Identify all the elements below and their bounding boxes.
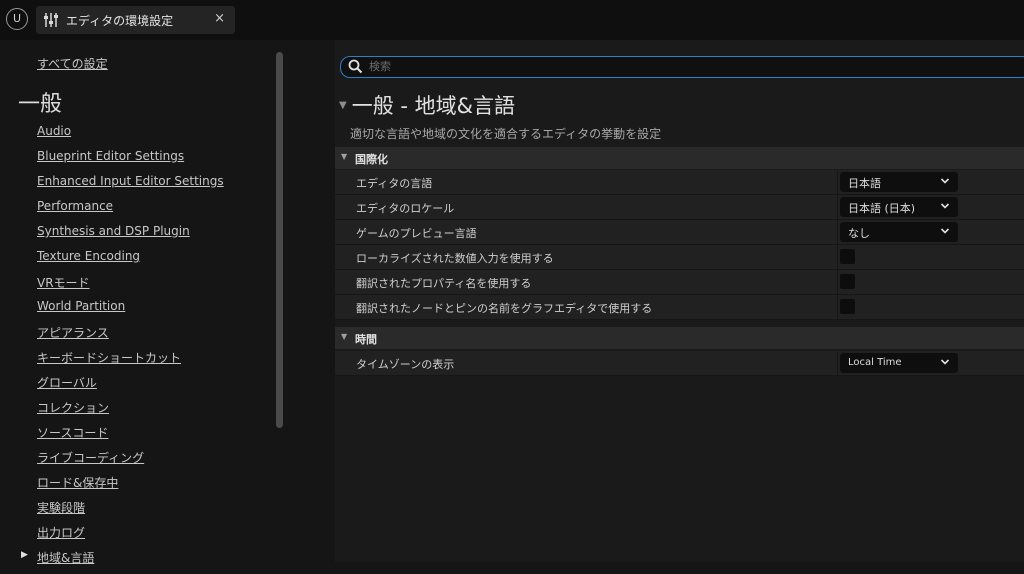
column-divider[interactable] — [837, 270, 838, 294]
page-description: 適切な言語や地域の文化を適合するエディタの挙動を設定 — [350, 127, 662, 141]
search-input[interactable] — [369, 58, 969, 74]
close-icon[interactable]: × — [214, 11, 225, 26]
column-divider[interactable] — [837, 170, 838, 194]
column-divider[interactable] — [837, 295, 838, 319]
sidebar-scrollbar[interactable] — [276, 52, 283, 428]
setting-row-editor-locale: エディタのロケール 日本語 (日本) — [335, 195, 1024, 220]
page-title-row: ▼ 一般 - 地域&言語 — [339, 90, 515, 120]
unreal-engine-logo-icon[interactable]: U — [6, 8, 28, 30]
section-expand-icon: ▼ — [341, 152, 348, 161]
translated-property-names-checkbox[interactable] — [840, 274, 855, 289]
dropdown-value: なし — [848, 227, 870, 240]
sidebar-item-vr-mode[interactable]: VRモード — [37, 274, 224, 299]
localized-numeric-input-checkbox[interactable] — [840, 249, 855, 264]
sidebar-item-output-log[interactable]: 出力ログ — [37, 524, 224, 549]
dropdown-value: 日本語 — [848, 177, 881, 190]
dropdown-value: 日本語 (日本) — [848, 202, 916, 215]
column-divider[interactable] — [837, 245, 838, 269]
tab-editor-preferences[interactable]: エディタの環境設定 × — [36, 6, 235, 34]
sidebar-item-live-coding[interactable]: ライブコーディング — [37, 449, 224, 474]
dropdown-value: Local Time — [848, 357, 902, 368]
section-header-time[interactable]: ▼ 時間 — [335, 327, 1024, 349]
sidebar-item-source-code[interactable]: ソースコード — [37, 424, 224, 449]
page-title: 一般 - 地域&言語 — [351, 94, 516, 118]
setting-row-translated-property-names: 翻訳されたプロパティ名を使用する — [335, 270, 1024, 295]
setting-label: ローカライズされた数値入力を使用する — [356, 252, 554, 265]
editor-locale-dropdown[interactable]: 日本語 (日本) — [840, 197, 958, 217]
setting-label: ゲームのプレビュー言語 — [356, 227, 477, 240]
setting-label: タイムゾーンの表示 — [356, 358, 455, 371]
sidebar-item-loading-saving[interactable]: ロード&保存中 — [37, 474, 224, 499]
sidebar-heading: 一般 — [18, 92, 63, 117]
setting-row-localized-numeric-input: ローカライズされた数値入力を使用する — [335, 245, 1024, 270]
tab-title: エディタの環境設定 — [66, 14, 174, 28]
chevron-down-icon — [940, 203, 950, 209]
setting-label: 翻訳されたノードとピンの名前をグラフエディタで使用する — [356, 302, 653, 315]
setting-row-timezone-display: タイムゾーンの表示 Local Time — [335, 351, 1024, 376]
sidebar-item-audio[interactable]: Audio — [37, 124, 224, 149]
sidebar-item-enhanced-input-editor-settings[interactable]: Enhanced Input Editor Settings — [37, 174, 224, 199]
chevron-down-icon — [940, 359, 950, 365]
collapse-triangle-icon[interactable]: ▼ — [339, 100, 347, 111]
section-header-internationalization[interactable]: ▼ 国際化 — [335, 147, 1024, 169]
translated-node-pin-names-checkbox[interactable] — [840, 299, 855, 314]
setting-label: エディタの言語 — [356, 177, 433, 190]
column-divider[interactable] — [837, 220, 838, 244]
preview-language-dropdown[interactable]: なし — [840, 222, 958, 242]
all-settings-link[interactable]: すべての設定 — [37, 55, 108, 72]
setting-label: エディタのロケール — [356, 202, 455, 215]
settings-details-panel: ▼ 一般 - 地域&言語 適切な言語や地域の文化を適合するエディタの挙動を設定 ▼… — [335, 40, 1024, 562]
sidebar-item-appearance[interactable]: アピアランス — [37, 324, 224, 349]
settings-sidebar: すべての設定 一般 Audio Blueprint Editor Setting… — [0, 40, 287, 565]
chevron-down-icon — [940, 228, 950, 234]
title-bar: U エディタの環境設定 × — [0, 0, 1024, 40]
section-label: 時間 — [355, 333, 377, 346]
sidebar-item-world-partition[interactable]: World Partition — [37, 299, 224, 324]
sidebar-item-keyboard-shortcuts[interactable]: キーボードショートカット — [37, 349, 224, 374]
editor-language-dropdown[interactable]: 日本語 — [840, 172, 958, 192]
sidebar-item-blueprint-editor-settings[interactable]: Blueprint Editor Settings — [37, 149, 224, 174]
setting-row-editor-language: エディタの言語 日本語 — [335, 170, 1024, 195]
timezone-display-dropdown[interactable]: Local Time — [840, 353, 958, 373]
setting-row-game-preview-language: ゲームのプレビュー言語 なし — [335, 220, 1024, 245]
search-box[interactable] — [340, 56, 1024, 78]
setting-label: 翻訳されたプロパティ名を使用する — [356, 277, 532, 290]
sidebar-item-synthesis-dsp-plugin[interactable]: Synthesis and DSP Plugin — [37, 224, 224, 249]
section-expand-icon: ▼ — [341, 332, 348, 341]
chevron-down-icon — [940, 178, 950, 184]
sidebar-nav-list: Audio Blueprint Editor Settings Enhanced… — [21, 124, 224, 574]
sidebar-item-texture-encoding[interactable]: Texture Encoding — [37, 249, 224, 274]
sidebar-item-experimental[interactable]: 実験段階 — [37, 499, 224, 524]
settings-sliders-icon — [44, 13, 58, 27]
section-label: 国際化 — [355, 153, 388, 166]
sidebar-item-global[interactable]: グローバル — [37, 374, 224, 399]
column-divider[interactable] — [837, 195, 838, 219]
search-icon — [348, 59, 363, 74]
setting-row-translated-node-pin-names: 翻訳されたノードとピンの名前をグラフエディタで使用する — [335, 295, 1024, 320]
sidebar-item-performance[interactable]: Performance — [37, 199, 224, 224]
sidebar-item-collections[interactable]: コレクション — [37, 399, 224, 424]
column-divider[interactable] — [837, 351, 838, 375]
